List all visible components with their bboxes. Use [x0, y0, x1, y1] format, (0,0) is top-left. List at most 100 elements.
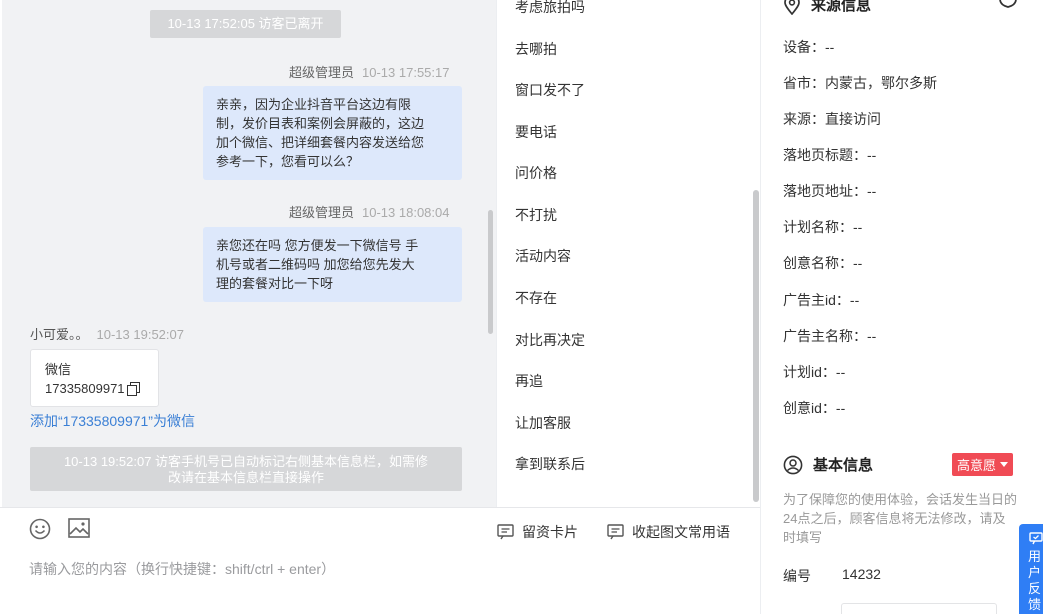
info-row-creative-id: 创意id：-- [783, 398, 845, 418]
info-row-advertiser-id: 广告主id：-- [783, 290, 859, 310]
smile-icon[interactable] [29, 518, 51, 543]
row-label: 创意名称： [783, 255, 853, 271]
edit-deadline-hint: 为了保障您的使用体验，会话发生当日的24点之后，顾客信息将无法修改，请及时填写 [783, 492, 1018, 545]
row-label: 广告主id： [783, 292, 850, 308]
customer-id-label: 编号 [783, 568, 811, 584]
chat-bubble-agent: 亲您还在吗 您方便发一下微信号 手 机号或者二维码吗 加您给您先发大 理的套餐对… [203, 227, 462, 302]
info-row-advertiser-name: 广告主名称：-- [783, 326, 876, 346]
edit-shield-icon[interactable] [998, 0, 1018, 11]
quick-phrases-panel[interactable]: 考虑旅拍吗 去哪拍 窗口发不了 要电话 问价格 不打扰 活动内容 不存在 对比再… [496, 0, 760, 507]
phrase-item[interactable]: 去哪拍 [515, 39, 557, 59]
phrase-item[interactable]: 考虑旅拍吗 [515, 0, 585, 17]
system-line: 改请在基本信息栏直接操作 [167, 470, 324, 485]
source-info-header: 来源信息 [783, 0, 871, 15]
chat-history[interactable]: 10-13 17:52:05 访客已离开 超级管理员 10-13 17:55:17… [0, 0, 496, 507]
location-pin-icon [784, 0, 800, 15]
image-icon[interactable] [68, 518, 90, 541]
phrase-item[interactable]: 窗口发不了 [515, 80, 585, 100]
info-row-source: 来源：直接访问 [783, 109, 881, 129]
phrase-item[interactable]: 让加客服 [515, 413, 571, 433]
wechat-card: 微信 17335809971 [30, 349, 159, 407]
row-label: 设备： [783, 39, 825, 55]
chat-bubble-agent: 亲亲，因为企业抖音平台这边有限 制，发价目表和案例会屏蔽的，这边 加个微信、把详… [203, 86, 462, 180]
info-row-device: 设备：-- [783, 37, 834, 57]
next-field-input[interactable] [841, 603, 997, 614]
row-label: 广告主名称： [783, 328, 867, 344]
collapse-phrases-label: 收起图文常用语 [632, 524, 730, 540]
phrases-scrollbar[interactable] [753, 190, 759, 502]
feedback-char: 反 [1028, 581, 1042, 596]
source-info-title: 来源信息 [811, 0, 872, 14]
phrase-item[interactable]: 拿到联系后 [515, 454, 585, 474]
bubble-line: 理的套餐对比一下呀 [216, 276, 334, 291]
user-circle-icon [783, 455, 803, 474]
sender-name: 超级管理员 [289, 65, 355, 80]
bubble-line: 加个微信、把详细套餐内容发送给您 [216, 135, 425, 150]
phrase-item[interactable]: 不打扰 [515, 205, 557, 225]
bubble-line: 机号或者二维码吗 加您给您先发大 [216, 257, 415, 272]
message-meta: 超级管理员 10-13 17:55:17 [289, 62, 449, 81]
info-row-landing-title: 落地页标题：-- [783, 145, 876, 165]
bubble-line: 制，发价目表和案例会屏蔽的，这边 [216, 116, 425, 131]
feedback-char: 户 [1028, 565, 1042, 580]
intent-level-dropdown[interactable]: 高意愿 [952, 453, 1014, 476]
bubble-line: 亲亲，因为企业抖音平台这边有限 [216, 97, 412, 112]
basic-info-header: 基本信息 [783, 454, 873, 475]
phrase-item[interactable]: 问价格 [515, 163, 557, 183]
row-label: 计划名称： [783, 219, 853, 235]
row-label: 来源： [783, 111, 825, 127]
intent-level-label: 高意愿 [957, 458, 997, 473]
user-feedback-tab[interactable]: 用 户 反 馈 [1019, 524, 1043, 614]
phrase-item[interactable]: 要电话 [515, 122, 557, 142]
feedback-char: 馈 [1028, 597, 1042, 612]
chat-divider [0, 0, 2, 507]
chat-scrollbar[interactable] [488, 210, 493, 334]
row-value: 内蒙古，鄂尔多斯 [825, 75, 937, 91]
row-value: -- [867, 147, 877, 163]
card-icon [497, 524, 514, 540]
lead-card-label: 留资卡片 [522, 524, 578, 540]
message-time: 10-13 18:08:04 [362, 205, 450, 220]
row-value: -- [849, 292, 860, 308]
phrase-item[interactable]: 不存在 [515, 288, 557, 308]
info-row-landing-url: 落地页地址：-- [783, 181, 876, 201]
customer-id-value: 14232 [842, 566, 881, 582]
caret-down-icon [1000, 462, 1009, 467]
row-value: -- [867, 183, 877, 199]
basic-info-title: 基本信息 [813, 457, 874, 474]
row-label: 计划id： [783, 364, 836, 380]
phrase-item[interactable]: 再追 [515, 371, 543, 391]
info-row-creative-name: 创意名称：-- [783, 253, 862, 273]
feedback-label: 用 户 反 馈 [1028, 549, 1043, 613]
feedback-icon [1029, 532, 1043, 545]
phrase-item[interactable]: 活动内容 [515, 246, 571, 266]
message-meta: 超级管理员 10-13 18:08:04 [289, 202, 449, 221]
sender-name: 超级管理员 [289, 205, 355, 220]
wechat-card-number-row: 17335809971 [45, 379, 158, 398]
wechat-card-title: 微信 [45, 362, 72, 377]
row-value: -- [835, 400, 846, 416]
row-label: 创意id： [783, 400, 836, 416]
message-time: 10-13 17:55:17 [362, 65, 450, 80]
message-input[interactable] [29, 561, 729, 577]
info-row-plan-name: 计划名称：-- [783, 217, 862, 237]
system-message-visitor-left: 10-13 17:52:05 访客已离开 [150, 10, 341, 38]
row-value: -- [825, 39, 835, 55]
bubble-line: 亲您还在吗 您方便发一下微信号 手 [216, 238, 419, 253]
row-value: -- [867, 328, 877, 344]
row-value: 直接访问 [825, 111, 881, 127]
row-label: 省市： [783, 75, 825, 91]
bubble-line: 参考一下，您看可以么？ [216, 154, 360, 169]
customer-info-panel: 来源信息 设备：-- 省市：内蒙古，鄂尔多斯 来源：直接访问 落地页标题：-- … [760, 0, 1043, 614]
lead-card-button[interactable]: 留资卡片 [497, 522, 578, 542]
row-value: -- [835, 364, 846, 380]
copy-icon[interactable] [126, 382, 140, 396]
row-value: -- [853, 219, 863, 235]
add-wechat-link[interactable]: 添加“17335809971”为微信 [30, 411, 195, 431]
feedback-char: 用 [1028, 549, 1042, 564]
phrase-item[interactable]: 对比再决定 [515, 330, 585, 350]
sender-name: 小可爱。。 [30, 327, 89, 342]
collapse-phrases-button[interactable]: 收起图文常用语 [607, 522, 730, 542]
message-input-area: 留资卡片 收起图文常用语 [0, 507, 760, 614]
system-message-auto-mark: 10-13 19:52:07 访客手机号已自动标记右侧基本信息栏，如需修 改请在… [30, 447, 462, 491]
